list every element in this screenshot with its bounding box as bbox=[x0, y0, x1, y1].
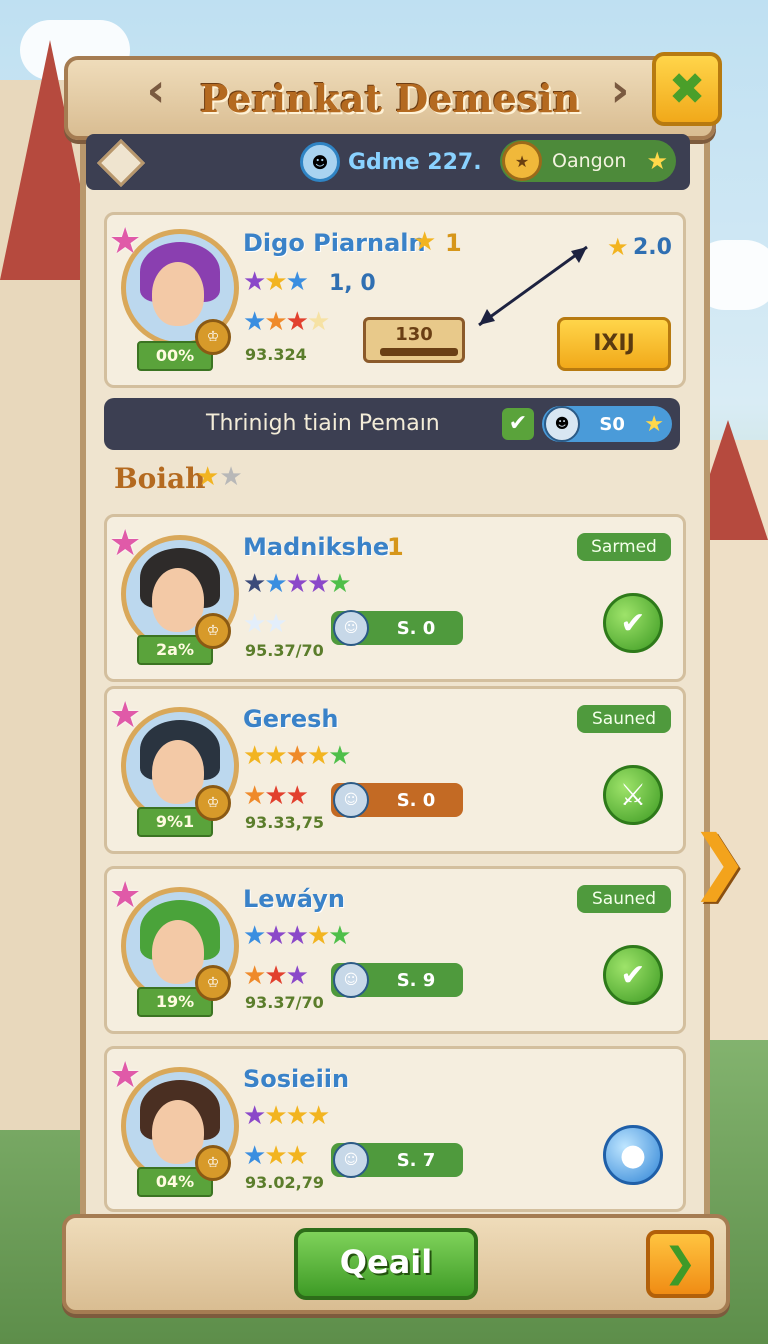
player-score: 95.37/70 bbox=[245, 641, 324, 660]
rating-stars: ★★★★★ bbox=[243, 569, 352, 599]
prev-page-icon[interactable]: ‹ bbox=[136, 60, 176, 120]
section-stars: ★★ bbox=[196, 462, 243, 492]
side-next-arrow-icon[interactable]: ❯ bbox=[690, 820, 749, 902]
player-action-button[interactable]: ✔ bbox=[603, 945, 663, 1005]
progress-bar: 130 bbox=[363, 317, 465, 363]
featured-player-card[interactable]: ★ 00% ♔ Digo Piarnaln ★ 1 ★★★ 1, 0 ★★★★ … bbox=[104, 212, 686, 388]
rank-number: 1 bbox=[445, 229, 462, 257]
rating-value: 1, 0 bbox=[329, 271, 376, 296]
skill-stars: ★★★ bbox=[243, 961, 309, 991]
mini-avatar-icon: ☻ bbox=[544, 406, 580, 442]
mini-avatar-icon: ☺ bbox=[333, 610, 369, 646]
rank-badge-icon: ♔ bbox=[195, 613, 231, 649]
player-name: Madnikshe bbox=[243, 533, 390, 561]
skill-stars: ★★ bbox=[243, 609, 288, 639]
page-title: Perinkat Demesin bbox=[199, 75, 581, 121]
coin-icon: ★ bbox=[502, 141, 542, 181]
featured-action-label: IXIJ bbox=[593, 331, 635, 356]
player-name: Sosieiin bbox=[243, 1065, 350, 1093]
close-icon: ✖ bbox=[668, 63, 706, 115]
player-card[interactable]: ★ 9%1 ♔ Geresh ★★★★★ ★★★ ☺ S. 0 93.33,75… bbox=[104, 686, 686, 854]
main-action-label: Qeail bbox=[339, 1243, 433, 1281]
rank-badge-icon: ♔ bbox=[195, 965, 231, 1001]
close-button[interactable]: ✖ bbox=[652, 52, 722, 126]
diamond-icon[interactable] bbox=[96, 138, 146, 188]
player-card[interactable]: ★ 04% ♔ Sosieiin ★★★★ ★★★ ☺ S. 7 93.02,7… bbox=[104, 1046, 686, 1212]
stat-pill[interactable]: ☺ S. 0 bbox=[331, 782, 463, 818]
rating-stars: ★★★★ bbox=[243, 1101, 330, 1131]
currency-label: Oangon bbox=[552, 150, 627, 172]
next-button[interactable]: ❯ bbox=[646, 1230, 714, 1298]
section-label: Boiah bbox=[114, 462, 206, 495]
mini-avatar-icon: ☺ bbox=[333, 962, 369, 998]
pink-star-icon: ★ bbox=[109, 695, 142, 736]
game-chip: ☻ Gdme 227. bbox=[300, 142, 482, 182]
progress-fill bbox=[380, 348, 458, 356]
status-badge: Sauned bbox=[577, 885, 671, 913]
player-score: 93.33,75 bbox=[245, 813, 324, 832]
player-action-button[interactable]: ⚔ bbox=[603, 765, 663, 825]
sword-icon: ⚔ bbox=[619, 777, 647, 813]
next-arrow-icon: ❯ bbox=[663, 1240, 697, 1286]
rank-number: 1 bbox=[387, 533, 404, 561]
rank-badge-icon: ♔ bbox=[195, 785, 231, 821]
pink-star-icon: ★ bbox=[109, 875, 142, 916]
sub-bar-value: S0 bbox=[599, 413, 625, 435]
rank-badge-icon: ♔ bbox=[195, 1145, 231, 1181]
skill-stars: ★★★ bbox=[243, 1141, 309, 1171]
stat-pill[interactable]: ☺ S. 0 bbox=[331, 610, 463, 646]
player-avatar-icon: ☻ bbox=[300, 142, 340, 182]
star-icon: ★ bbox=[644, 411, 664, 437]
info-bar: ☻ Gdme 227. ★ Oangon ★ bbox=[86, 134, 690, 190]
rank-badge-icon: ♔ bbox=[195, 319, 231, 355]
rating-stars: ★★★ bbox=[243, 267, 309, 297]
check-icon[interactable]: ✔ bbox=[502, 408, 534, 440]
featured-action-button[interactable]: IXIJ bbox=[557, 317, 671, 371]
top-right-score: 2.0 bbox=[633, 235, 672, 260]
top-right-star-icon: ★ bbox=[607, 233, 629, 261]
player-score: 93.324 bbox=[245, 345, 307, 364]
mini-avatar-icon: ☺ bbox=[333, 1142, 369, 1178]
rating-stars: ★★★★★ bbox=[243, 741, 352, 771]
player-name: Digo Piarnaln bbox=[243, 229, 426, 257]
player-score: 93.37/70 bbox=[245, 993, 324, 1012]
stat-pill-value: S. 9 bbox=[396, 969, 436, 991]
stat-pill[interactable]: ☺ S. 9 bbox=[331, 962, 463, 998]
pink-star-icon: ★ bbox=[109, 523, 142, 564]
player-name: Geresh bbox=[243, 705, 339, 733]
pink-star-icon: ★ bbox=[109, 1055, 142, 1096]
check-icon: ✔ bbox=[620, 957, 646, 993]
star-icon: ★ bbox=[646, 147, 668, 175]
sub-bar-pill[interactable]: ☻ S0 ★ bbox=[542, 406, 672, 442]
player-card[interactable]: ★ 2a% ♔ Madnikshe 1 ★★★★★ ★★ ☺ S. 0 95.3… bbox=[104, 514, 686, 682]
sub-bar: Thrinigh tiain Pemaın ✔ ☻ S0 ★ bbox=[104, 398, 680, 450]
avatar-face bbox=[152, 262, 204, 326]
main-action-button[interactable]: Qeail bbox=[294, 1228, 478, 1300]
stat-pill[interactable]: ☺ S. 7 bbox=[331, 1142, 463, 1178]
check-icon: ✔ bbox=[620, 605, 646, 641]
player-score: 93.02,79 bbox=[245, 1173, 324, 1192]
orb-icon: ● bbox=[619, 1137, 647, 1173]
status-badge: Sarmed bbox=[577, 533, 671, 561]
rank-star-icon: ★ bbox=[413, 227, 437, 257]
player-card[interactable]: ★ 19% ♔ Lewáyn ★★★★★ ★★★ ☺ S. 9 93.37/70… bbox=[104, 866, 686, 1034]
next-page-icon[interactable]: › bbox=[600, 60, 640, 120]
skill-stars: ★★★ bbox=[243, 781, 309, 811]
status-badge: Sauned bbox=[577, 705, 671, 733]
stat-pill-value: S. 0 bbox=[396, 789, 436, 811]
mini-avatar-icon: ☺ bbox=[333, 782, 369, 818]
player-action-button[interactable]: ● bbox=[603, 1125, 663, 1185]
stat-pill-value: S. 0 bbox=[396, 617, 436, 639]
progress-value: 130 bbox=[395, 324, 433, 345]
player-name: Lewáyn bbox=[243, 885, 345, 913]
rating-stars: ★★★★★ bbox=[243, 921, 352, 951]
currency-chip[interactable]: ★ Oangon ★ bbox=[500, 140, 676, 182]
skill-stars: ★★★★ bbox=[243, 307, 330, 337]
sub-bar-label: Thrinigh tiain Pemaın bbox=[206, 411, 440, 436]
stat-pill-value: S. 7 bbox=[396, 1149, 436, 1171]
player-action-button[interactable]: ✔ bbox=[603, 593, 663, 653]
pink-star-icon: ★ bbox=[109, 221, 142, 262]
game-label: Gdme 227. bbox=[348, 149, 482, 175]
